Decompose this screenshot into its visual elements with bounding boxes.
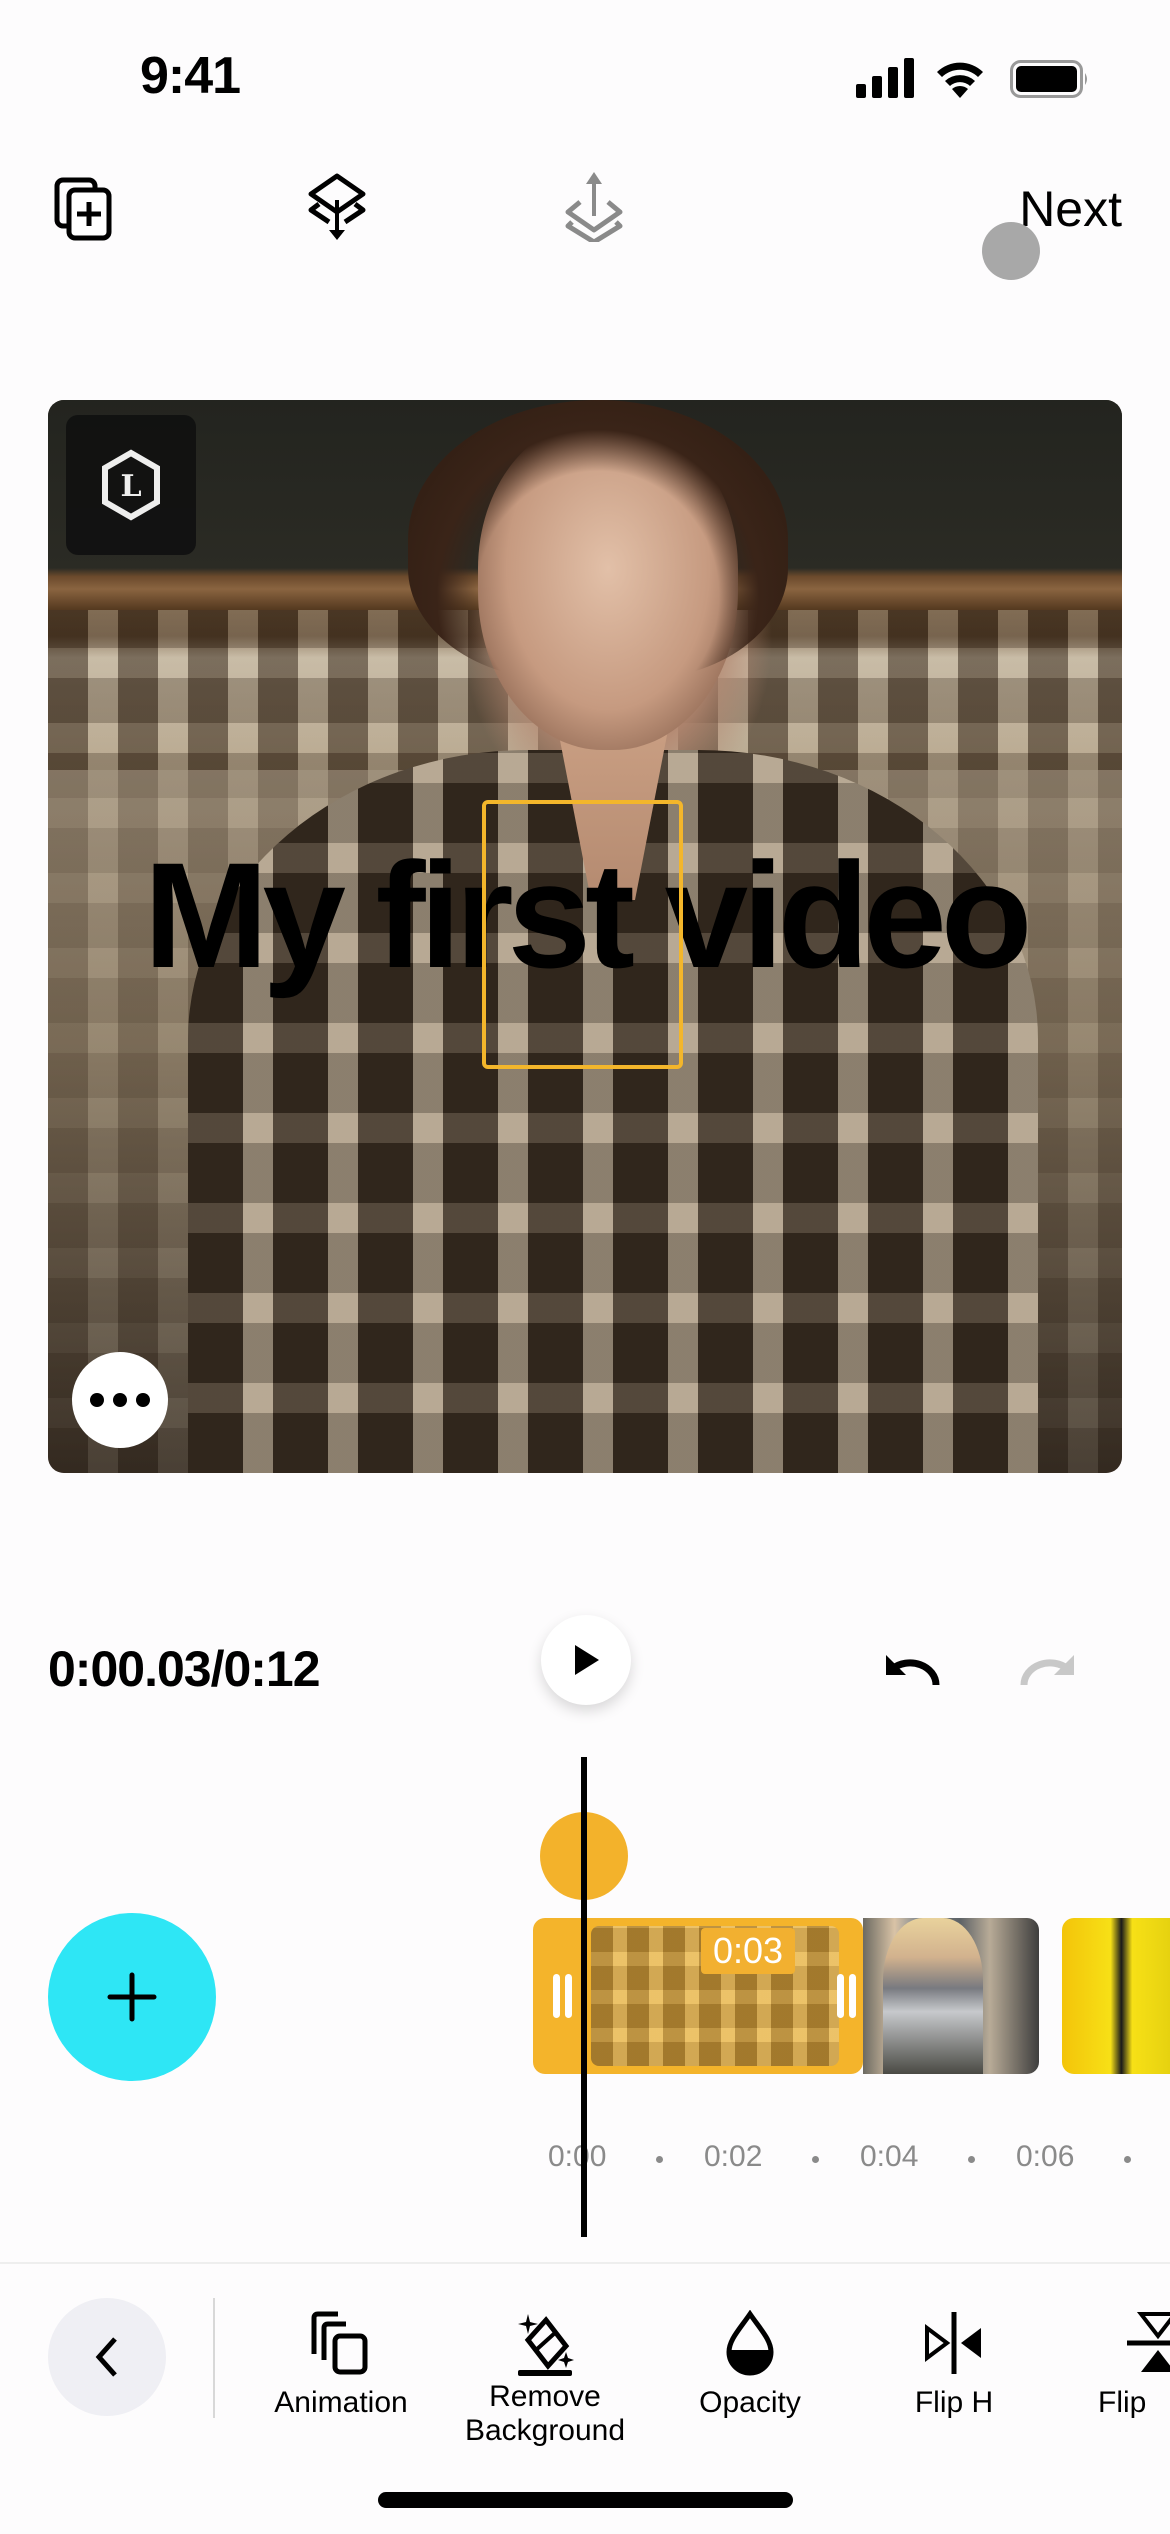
chevron-left-icon bbox=[95, 2337, 117, 2377]
tool-animation[interactable]: Animation bbox=[241, 2310, 441, 2420]
timeline-clip[interactable] bbox=[1062, 1918, 1170, 2074]
plus-icon bbox=[107, 1972, 157, 2022]
tool-opacity[interactable]: Opacity bbox=[650, 2310, 850, 2420]
layer-down-icon[interactable] bbox=[305, 172, 369, 242]
next-button[interactable]: Next bbox=[1019, 180, 1122, 238]
svg-text:L: L bbox=[120, 469, 141, 504]
tick-label: 0:00 bbox=[548, 2140, 607, 2173]
add-layer-icon[interactable] bbox=[52, 172, 116, 242]
more-dot bbox=[136, 1393, 150, 1407]
battery-icon bbox=[1010, 60, 1087, 98]
tick-dot bbox=[1124, 2156, 1131, 2163]
tool-remove-background[interactable]: Remove Background bbox=[445, 2310, 645, 2448]
more-options-button[interactable] bbox=[72, 1352, 168, 1448]
playhead-line[interactable] bbox=[581, 1757, 587, 2237]
tool-label: Flip bbox=[1098, 2386, 1147, 2419]
timeline-clip[interactable] bbox=[863, 1918, 1039, 2074]
tool-flip-horizontal[interactable]: Flip H bbox=[854, 2310, 1054, 2420]
watermark-badge[interactable]: L bbox=[66, 415, 196, 555]
clip-thumbnail bbox=[883, 1918, 983, 2074]
tool-label: Remove Background bbox=[464, 2380, 626, 2447]
trim-handle-left-bar bbox=[565, 1974, 572, 2018]
add-clip-button[interactable] bbox=[48, 1913, 216, 2081]
subject-hair bbox=[408, 400, 788, 680]
timecode: 0:00.03/0:12 bbox=[48, 1641, 321, 1697]
flip-horizontal-icon bbox=[925, 2312, 981, 2374]
more-dot bbox=[113, 1393, 127, 1407]
tool-label: Opacity bbox=[699, 2386, 801, 2419]
tool-label: Animation bbox=[274, 2386, 408, 2419]
tick-dot bbox=[968, 2156, 975, 2163]
toolbar-divider bbox=[213, 2298, 215, 2418]
tick-dot bbox=[656, 2156, 663, 2163]
clip-duration-badge: 0:03 bbox=[701, 1928, 796, 1974]
trim-handle-left[interactable] bbox=[553, 1974, 560, 2018]
tick-label: 0:06 bbox=[1016, 2140, 1075, 2173]
hexagon-logo-icon: L bbox=[102, 449, 160, 521]
cellular-signal-icon bbox=[856, 58, 914, 98]
status-time: 9:41 bbox=[140, 47, 241, 105]
tool-label: Flip H bbox=[914, 2386, 994, 2419]
home-indicator[interactable] bbox=[378, 2492, 793, 2508]
flip-vertical-icon bbox=[1127, 2312, 1170, 2372]
play-button[interactable] bbox=[541, 1615, 631, 1705]
back-button[interactable] bbox=[48, 2298, 166, 2416]
tool-flip-vertical[interactable]: Flip bbox=[1058, 2310, 1170, 2420]
tick-dot bbox=[812, 2156, 819, 2163]
animation-icon bbox=[311, 2311, 368, 2375]
trim-handle-right[interactable] bbox=[837, 1974, 844, 2018]
tick-label: 0:02 bbox=[704, 2140, 763, 2173]
selection-box[interactable] bbox=[482, 800, 683, 1069]
redo-icon[interactable] bbox=[1018, 1645, 1084, 1691]
trim-handle-right-bar bbox=[849, 1974, 856, 2018]
touch-indicator bbox=[982, 222, 1040, 280]
opacity-icon bbox=[726, 2310, 774, 2376]
video-canvas[interactable]: L My first video bbox=[48, 400, 1122, 1473]
layer-up-icon[interactable] bbox=[562, 172, 626, 242]
more-dot bbox=[90, 1393, 104, 1407]
remove-background-icon bbox=[518, 2314, 574, 2376]
tick-label: 0:04 bbox=[860, 2140, 919, 2173]
wifi-icon bbox=[937, 62, 983, 98]
play-icon bbox=[575, 1645, 599, 1675]
undo-icon[interactable] bbox=[876, 1645, 942, 1691]
